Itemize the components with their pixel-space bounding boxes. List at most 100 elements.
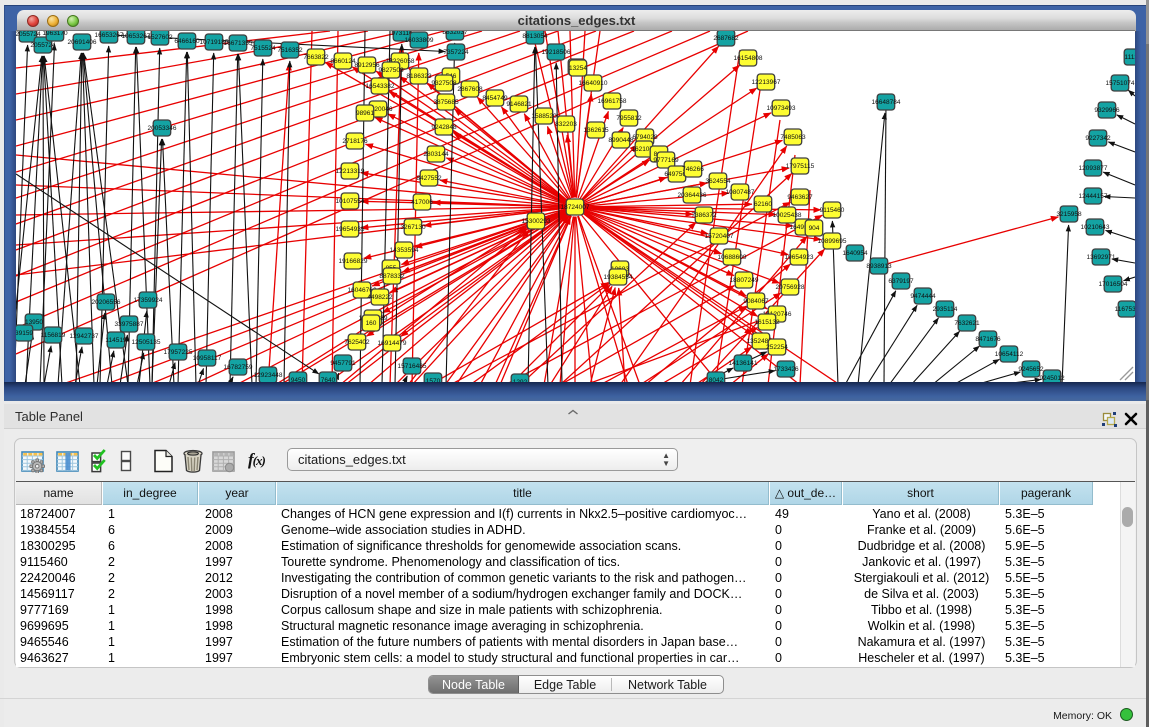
svg-text:15751074: 15751074 [1106, 80, 1135, 87]
svg-text:33975887: 33975887 [115, 321, 144, 328]
svg-text:3267130: 3267130 [400, 224, 426, 231]
svg-text:2718176: 2718176 [342, 138, 368, 145]
svg-text:10958117: 10958117 [193, 355, 222, 362]
svg-text:20756928: 20756928 [776, 284, 805, 291]
svg-text:1640954: 1640954 [842, 250, 868, 257]
svg-text:7386372: 7386372 [691, 212, 717, 219]
svg-text:2867608: 2867608 [457, 86, 483, 93]
svg-text:18807249: 18807249 [730, 277, 759, 284]
svg-text:10654112: 10654112 [995, 351, 1024, 358]
svg-text:9327508: 9327508 [431, 80, 457, 87]
svg-text:7485063: 7485063 [780, 134, 806, 141]
svg-text:16782759: 16782759 [224, 364, 253, 371]
svg-text:7955812: 7955812 [616, 115, 642, 122]
svg-text:3624554: 3624554 [705, 178, 731, 185]
svg-text:12923448: 12923448 [254, 372, 283, 379]
svg-text:2803144: 2803144 [423, 151, 449, 158]
svg-text:8938913: 8938913 [866, 263, 892, 270]
svg-text:11124: 11124 [1124, 54, 1135, 61]
svg-text:10025438: 10025438 [773, 212, 802, 219]
svg-text:9463627: 9463627 [787, 194, 813, 201]
svg-text:9084067: 9084067 [743, 298, 769, 305]
svg-text:6466160: 6466160 [174, 38, 200, 45]
svg-text:7632621: 7632621 [954, 320, 980, 327]
svg-text:13692971: 13692971 [1087, 254, 1116, 261]
svg-text:1733426: 1733426 [773, 366, 799, 373]
svg-text:12505135: 12505135 [132, 339, 161, 346]
svg-text:7625402: 7625402 [344, 339, 370, 346]
svg-text:10688609: 10688609 [718, 254, 747, 261]
svg-text:9227342: 9227342 [1085, 135, 1111, 142]
svg-text:1362615: 1362615 [583, 127, 609, 134]
svg-text:12093877: 12093877 [1079, 165, 1108, 172]
svg-text:904: 904 [809, 225, 820, 232]
svg-text:19654923: 19654923 [785, 254, 814, 261]
svg-text:10807487: 10807487 [726, 189, 755, 196]
svg-text:1167533: 1167533 [1115, 306, 1135, 313]
svg-text:10899695: 10899695 [818, 238, 847, 245]
svg-text:16653267: 16653267 [95, 32, 124, 39]
svg-text:1588520: 1588520 [531, 113, 557, 120]
svg-text:12213319: 12213319 [336, 168, 365, 175]
svg-text:16671355: 16671355 [224, 40, 253, 47]
svg-text:19166829: 19166829 [339, 258, 368, 265]
svg-text:832203: 832203 [555, 121, 577, 128]
svg-text:16648784: 16648784 [872, 99, 901, 106]
svg-text:252254: 252254 [766, 344, 788, 351]
svg-text:9146821: 9146821 [506, 101, 532, 108]
svg-text:14353594: 14353594 [390, 247, 419, 254]
svg-text:14136141: 14136141 [729, 360, 758, 367]
svg-text:7357224: 7357224 [443, 49, 469, 56]
svg-text:8660124: 8660124 [330, 58, 356, 65]
svg-text:19654935: 19654935 [336, 226, 365, 233]
svg-text:16543382: 16543382 [366, 83, 395, 90]
svg-text:8990448: 8990448 [608, 137, 634, 144]
svg-text:8427552: 8427552 [416, 175, 442, 182]
svg-text:16961758: 16961758 [598, 98, 627, 105]
svg-text:20206556: 20206556 [92, 299, 121, 306]
svg-text:15300293: 15300293 [522, 218, 551, 225]
svg-text:7663822: 7663822 [303, 54, 329, 61]
svg-text:9245012: 9245012 [1039, 375, 1065, 382]
svg-text:16640910: 16640910 [579, 80, 608, 87]
svg-text:9242848: 9242848 [431, 124, 457, 131]
svg-text:9329966: 9329966 [1094, 107, 1120, 114]
svg-text:8471676: 8471676 [975, 336, 1001, 343]
svg-text:10973493: 10973493 [767, 105, 796, 112]
svg-text:19384554: 19384554 [604, 274, 633, 281]
svg-text:10210643: 10210643 [1081, 224, 1110, 231]
svg-text:7515524: 7515524 [250, 45, 276, 52]
svg-text:3875685: 3875685 [433, 99, 459, 106]
svg-text:12444157: 12444157 [1079, 193, 1108, 200]
svg-text:17359924: 17359924 [134, 297, 163, 304]
svg-text:114519: 114519 [105, 337, 127, 344]
svg-text:17975115: 17975115 [786, 163, 815, 170]
svg-text:12942737: 12942737 [70, 333, 99, 340]
svg-text:16154808: 16154808 [734, 55, 763, 62]
svg-text:9245652: 9245652 [1018, 366, 1044, 373]
svg-text:417006: 417006 [411, 199, 433, 206]
svg-text:9474444: 9474444 [910, 293, 936, 300]
svg-text:20053346: 20053346 [148, 125, 177, 132]
svg-text:20364436: 20364436 [678, 192, 707, 199]
svg-text:10107554: 10107554 [336, 198, 365, 205]
svg-text:9827503: 9827503 [378, 67, 404, 74]
svg-text:1963170: 1963170 [42, 31, 68, 37]
svg-text:746266: 746266 [682, 166, 704, 173]
svg-text:15720407: 15720407 [705, 233, 734, 240]
svg-text:9457791: 9457791 [330, 360, 356, 367]
svg-text:62160: 62160 [754, 201, 772, 208]
svg-text:1615132: 1615132 [754, 319, 780, 326]
svg-text:17957225: 17957225 [164, 349, 193, 356]
svg-text:9777169: 9777169 [653, 157, 679, 164]
svg-text:7516352: 7516352 [277, 47, 303, 54]
svg-text:8878332: 8878332 [379, 273, 405, 280]
svg-text:39159: 39159 [16, 330, 33, 337]
svg-text:16914479: 16914479 [378, 340, 407, 347]
svg-text:1527602: 1527602 [147, 34, 173, 41]
svg-text:12213967: 12213967 [752, 79, 781, 86]
svg-text:6379197: 6379197 [888, 278, 914, 285]
svg-text:3215958: 3215958 [1056, 211, 1082, 218]
svg-text:1156819: 1156819 [41, 332, 66, 339]
svg-text:15716485: 15716485 [398, 363, 427, 370]
